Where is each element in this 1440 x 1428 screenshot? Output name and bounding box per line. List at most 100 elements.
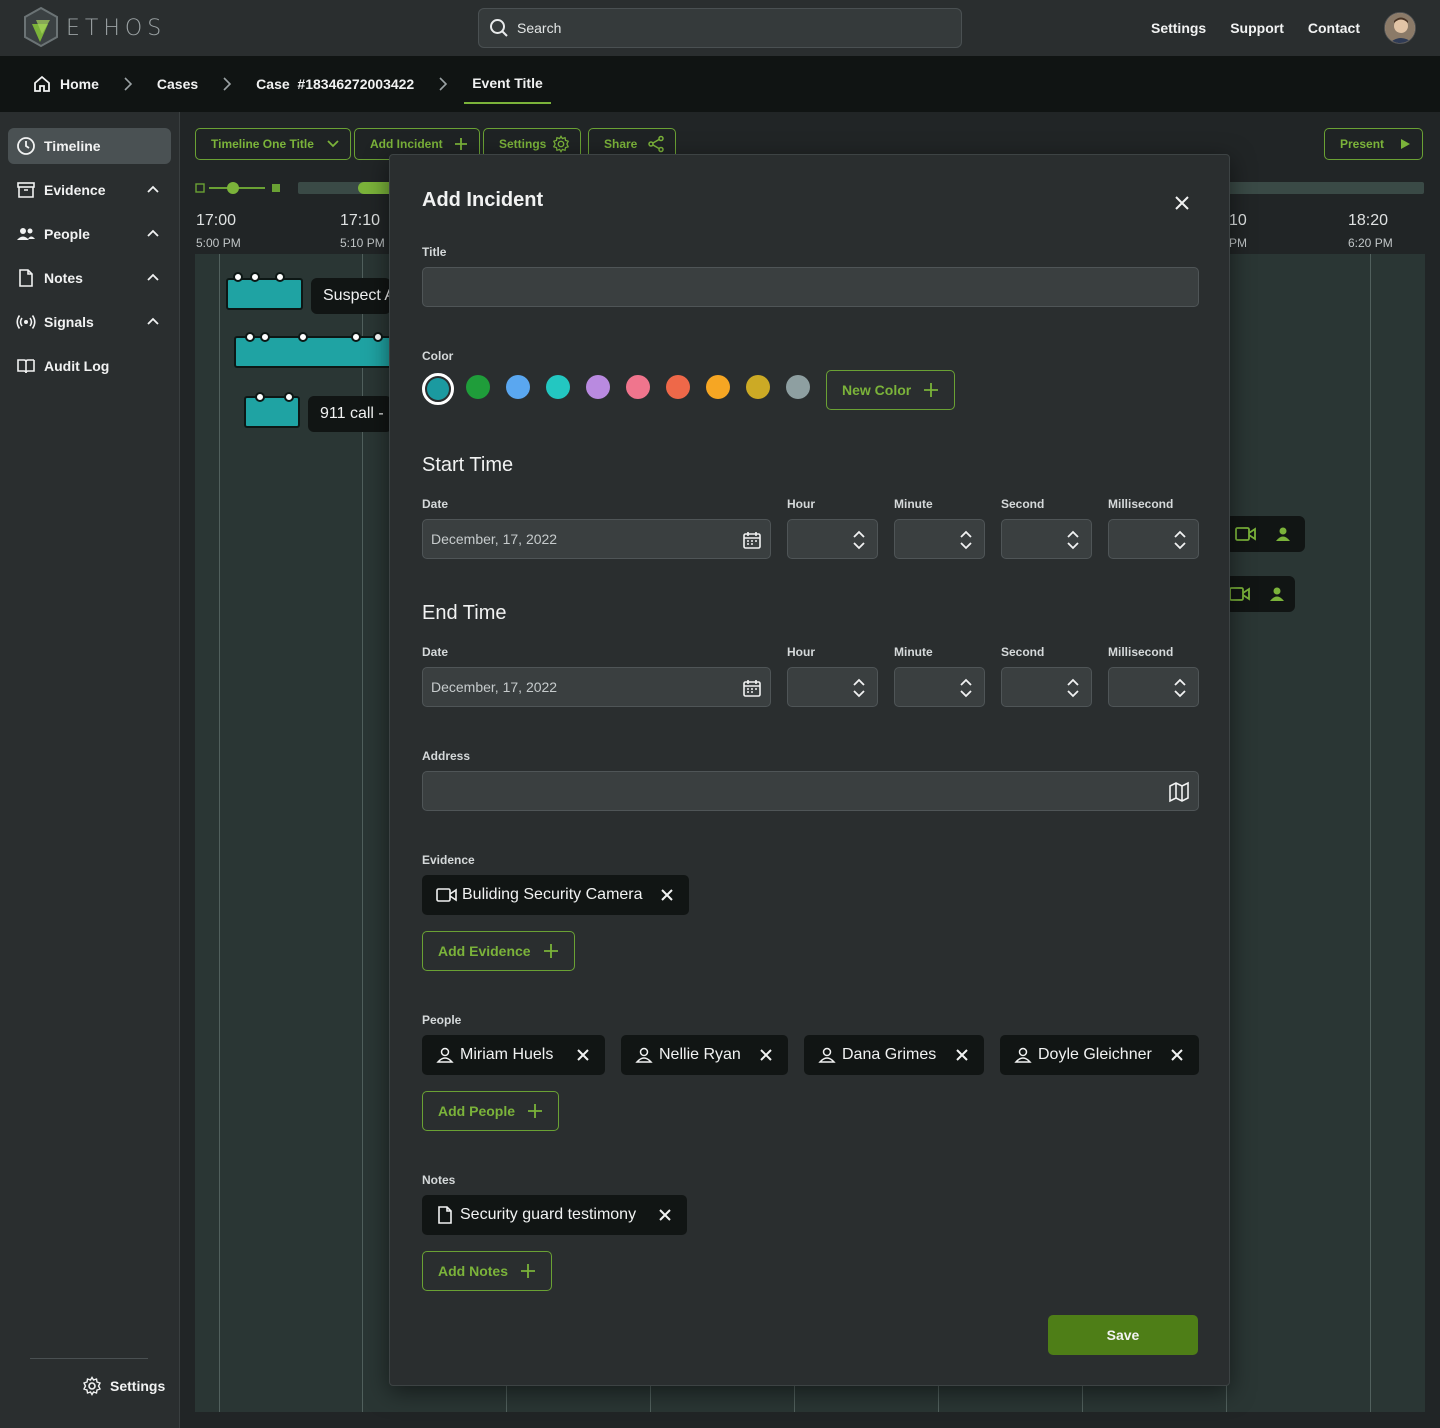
- start-second-stepper[interactable]: [1001, 519, 1092, 559]
- sidebar-item-evidence[interactable]: Evidence: [8, 172, 171, 208]
- stepper-arrows-icon[interactable]: [1172, 677, 1188, 699]
- new-color-button[interactable]: New Color: [826, 370, 956, 410]
- add-evidence-button[interactable]: Add Evidence: [422, 931, 575, 971]
- marker-dot: [284, 392, 294, 402]
- breadcrumb-case[interactable]: Case #18346272003422: [256, 64, 414, 104]
- color-swatch[interactable]: [746, 375, 770, 399]
- plus-icon: [521, 1264, 535, 1278]
- breadcrumb-home[interactable]: Home: [32, 64, 99, 104]
- breadcrumb-event-title[interactable]: Event Title: [464, 64, 551, 104]
- start-ms-label: Millisecond: [1108, 497, 1174, 511]
- stepper-arrows-icon[interactable]: [851, 529, 867, 551]
- save-button[interactable]: Save: [1048, 1315, 1198, 1355]
- color-swatch-selected[interactable]: [422, 373, 454, 405]
- stepper-arrows-icon[interactable]: [1065, 529, 1081, 551]
- add-people-button[interactable]: Add People: [422, 1091, 560, 1131]
- evidence-chip[interactable]: Buliding Security Camera: [422, 875, 689, 915]
- incident-block[interactable]: [234, 336, 394, 368]
- incident-label[interactable]: 911 call -: [308, 396, 392, 432]
- search-bar[interactable]: Search: [478, 8, 962, 48]
- address-input[interactable]: [422, 771, 1199, 811]
- timeline-title-label: Timeline One Title: [211, 137, 314, 151]
- end-minute-stepper[interactable]: [894, 667, 985, 707]
- color-swatch[interactable]: [706, 375, 730, 399]
- sidebar-settings[interactable]: Settings: [82, 1376, 165, 1396]
- calendar-icon[interactable]: [742, 530, 762, 550]
- color-swatch[interactable]: [626, 375, 650, 399]
- chevron-right-icon: [438, 76, 448, 92]
- sidebar-item-notes[interactable]: Notes: [8, 260, 171, 296]
- person-chip[interactable]: Miriam Huels: [422, 1035, 605, 1075]
- stepper-arrows-icon[interactable]: [958, 677, 974, 699]
- breadcrumb-cases[interactable]: Cases: [157, 64, 198, 104]
- color-swatch[interactable]: [506, 375, 530, 399]
- color-swatch[interactable]: [666, 375, 690, 399]
- zoom-out-icon: [195, 183, 205, 193]
- chevron-up-icon[interactable]: [145, 314, 161, 330]
- time-sublabel: 5:10 PM: [340, 236, 385, 250]
- chevron-up-icon[interactable]: [145, 270, 161, 286]
- stepper-arrows-icon[interactable]: [1172, 529, 1188, 551]
- remove-icon[interactable]: [758, 1047, 774, 1063]
- remove-icon[interactable]: [659, 887, 675, 903]
- user-avatar[interactable]: [1384, 12, 1416, 44]
- search-input[interactable]: Search: [517, 20, 561, 36]
- start-minute-stepper[interactable]: [894, 519, 985, 559]
- top-link-contact[interactable]: Contact: [1308, 20, 1360, 36]
- timeline-title-dropdown[interactable]: Timeline One Title: [195, 128, 351, 160]
- remove-icon[interactable]: [575, 1047, 591, 1063]
- top-link-support[interactable]: Support: [1230, 20, 1284, 36]
- start-date-input[interactable]: December, 17, 2022: [422, 519, 771, 559]
- color-swatch[interactable]: [586, 375, 610, 399]
- sidebar-item-audit-log[interactable]: Audit Log: [8, 348, 171, 384]
- map-icon[interactable]: [1168, 781, 1190, 803]
- incident-block[interactable]: [226, 278, 303, 310]
- start-date-value: December, 17, 2022: [431, 531, 558, 547]
- calendar-icon[interactable]: [742, 678, 762, 698]
- incident-label[interactable]: Suspect A: [311, 278, 391, 314]
- end-date-label: Date: [422, 645, 449, 659]
- close-icon[interactable]: [1172, 193, 1192, 213]
- sidebar-item-timeline[interactable]: Timeline: [8, 128, 171, 164]
- chevron-up-icon[interactable]: [145, 226, 161, 242]
- person-chip[interactable]: Nellie Ryan: [621, 1035, 788, 1075]
- title-input[interactable]: [422, 267, 1199, 307]
- chevron-up-icon[interactable]: [145, 182, 161, 198]
- remove-icon[interactable]: [1169, 1047, 1185, 1063]
- end-date-input[interactable]: December, 17, 2022: [422, 667, 771, 707]
- color-swatch[interactable]: [466, 375, 490, 399]
- signal-chip[interactable]: [1225, 576, 1295, 612]
- color-swatch[interactable]: [786, 375, 810, 399]
- end-hour-stepper[interactable]: [787, 667, 878, 707]
- zoom-slider[interactable]: [195, 180, 283, 196]
- stepper-arrows-icon[interactable]: [851, 677, 867, 699]
- color-swatch[interactable]: [546, 375, 570, 399]
- share-icon: [648, 135, 665, 153]
- remove-icon[interactable]: [954, 1047, 970, 1063]
- end-ms-stepper[interactable]: [1108, 667, 1199, 707]
- notes-label: Notes: [422, 1173, 456, 1187]
- signal-icon: [16, 315, 36, 329]
- start-hour-stepper[interactable]: [787, 519, 878, 559]
- end-second-stepper[interactable]: [1001, 667, 1092, 707]
- remove-icon[interactable]: [657, 1207, 673, 1223]
- person-outline-icon: [1014, 1047, 1032, 1063]
- add-notes-button[interactable]: Add Notes: [422, 1251, 552, 1291]
- sidebar-item-people[interactable]: People: [8, 216, 171, 252]
- start-minute-label: Minute: [894, 497, 933, 511]
- zoom-slider-handle[interactable]: [227, 182, 239, 194]
- top-link-settings[interactable]: Settings: [1151, 20, 1206, 36]
- present-button[interactable]: Present: [1324, 128, 1424, 160]
- person-chip[interactable]: Dana Grimes: [804, 1035, 984, 1075]
- sidebar-item-signals[interactable]: Signals: [8, 304, 171, 340]
- start-ms-stepper[interactable]: [1108, 519, 1199, 559]
- signal-chip[interactable]: [1225, 516, 1305, 552]
- stepper-arrows-icon[interactable]: [1065, 677, 1081, 699]
- stepper-arrows-icon[interactable]: [958, 529, 974, 551]
- grid-line: [219, 254, 220, 1412]
- ethos-logo[interactable]: ETHOS: [22, 6, 166, 50]
- note-chip[interactable]: Security guard testimony: [422, 1195, 687, 1235]
- time-column: 17:10 5:10 PM: [340, 212, 385, 250]
- person-chip[interactable]: Doyle Gleichner: [1000, 1035, 1199, 1075]
- end-second-label: Second: [1001, 645, 1045, 659]
